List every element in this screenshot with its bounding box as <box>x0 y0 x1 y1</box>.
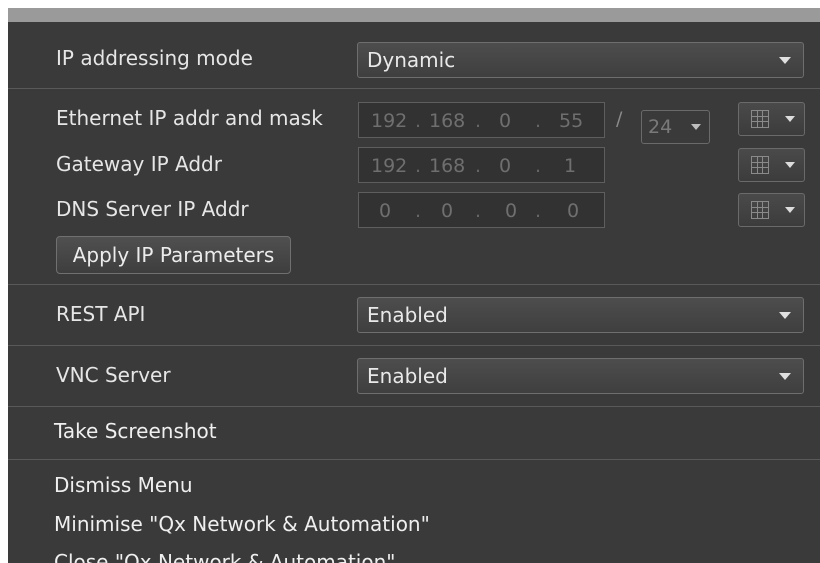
keypad-grid-icon <box>751 110 769 128</box>
subnet-mask-dropdown[interactable]: 24 <box>641 110 710 144</box>
ip-octet: 168 <box>429 155 466 177</box>
ip-octet: 0 <box>499 110 512 132</box>
take-screenshot-item[interactable]: Take Screenshot <box>54 419 217 443</box>
ip-mode-label: IP addressing mode <box>56 46 253 70</box>
close-item[interactable]: Close "Qx Network & Automation" <box>54 550 395 563</box>
apply-ip-parameters-button[interactable]: Apply IP Parameters <box>56 236 291 274</box>
chevron-down-icon <box>779 57 791 64</box>
gateway-keypad-button[interactable] <box>738 148 805 182</box>
octet-separator: . <box>475 110 482 132</box>
chevron-down-icon <box>785 116 795 122</box>
keypad-grid-icon <box>751 156 769 174</box>
chevron-down-icon <box>785 207 795 213</box>
vnc-value: Enabled <box>367 364 448 388</box>
ethernet-ip-field[interactable]: 192 . 168 . 0 . 55 <box>358 102 605 138</box>
chevron-down-icon <box>779 312 791 319</box>
vnc-dropdown[interactable]: Enabled <box>357 358 804 394</box>
ethernet-label: Ethernet IP addr and mask <box>56 106 323 130</box>
divider <box>8 459 820 460</box>
ip-octet: 168 <box>429 110 466 132</box>
divider <box>8 345 820 346</box>
ethernet-keypad-button[interactable] <box>738 102 805 136</box>
vnc-label: VNC Server <box>56 363 171 387</box>
octet-separator: . <box>415 155 422 177</box>
rest-api-value: Enabled <box>367 303 448 327</box>
divider <box>8 284 820 285</box>
ip-octet: 0 <box>379 200 392 222</box>
octet-separator: . <box>475 155 482 177</box>
subnet-mask-value: 24 <box>648 116 673 138</box>
ip-mode-dropdown[interactable]: Dynamic <box>357 42 804 78</box>
octet-separator: . <box>535 155 542 177</box>
mask-slash: / <box>616 108 623 130</box>
octet-separator: . <box>415 200 422 222</box>
rest-api-dropdown[interactable]: Enabled <box>357 297 804 333</box>
ip-octet: 0 <box>499 155 512 177</box>
ip-octet: 192 <box>371 110 408 132</box>
keypad-grid-icon <box>751 201 769 219</box>
divider <box>8 406 820 407</box>
dns-keypad-button[interactable] <box>738 193 805 227</box>
rest-api-label: REST API <box>56 302 146 326</box>
ip-octet: 192 <box>371 155 408 177</box>
gateway-ip-field[interactable]: 192 . 168 . 0 . 1 <box>358 147 605 183</box>
minimise-item[interactable]: Minimise "Qx Network & Automation" <box>54 512 430 536</box>
divider <box>8 88 820 89</box>
gateway-label: Gateway IP Addr <box>56 152 222 176</box>
dns-ip-field[interactable]: 0 . 0 . 0 . 0 <box>358 192 605 228</box>
dns-label: DNS Server IP Addr <box>56 197 249 221</box>
octet-separator: . <box>415 110 422 132</box>
ip-octet: 0 <box>567 200 580 222</box>
ip-mode-value: Dynamic <box>367 48 456 72</box>
chevron-down-icon <box>691 124 701 130</box>
ip-octet: 0 <box>441 200 454 222</box>
ip-octet: 0 <box>505 200 518 222</box>
settings-panel: IP addressing mode Dynamic Ethernet IP a… <box>8 8 820 563</box>
octet-separator: . <box>535 110 542 132</box>
chevron-down-icon <box>779 373 791 380</box>
ip-octet: 55 <box>559 110 584 132</box>
dismiss-menu-item[interactable]: Dismiss Menu <box>54 473 193 497</box>
octet-separator: . <box>475 200 482 222</box>
octet-separator: . <box>535 200 542 222</box>
ip-octet: 1 <box>564 155 577 177</box>
chevron-down-icon <box>785 162 795 168</box>
